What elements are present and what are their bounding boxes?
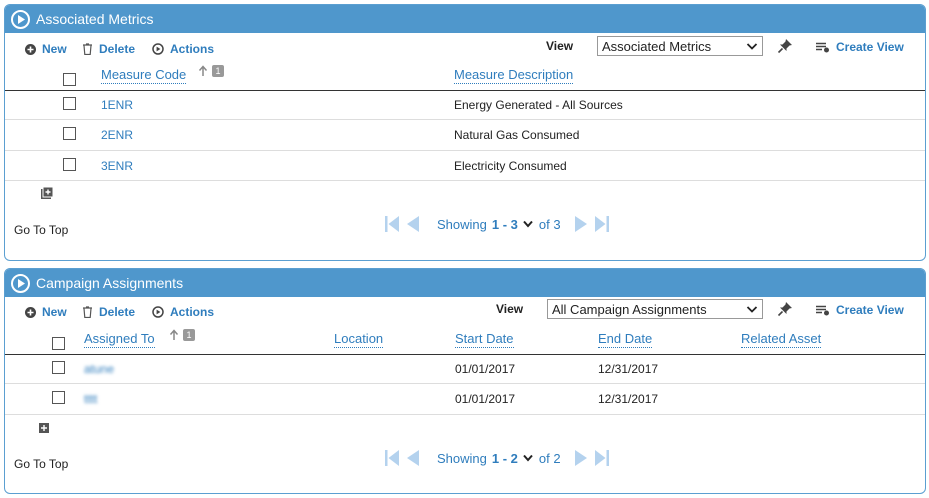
first-page-icon[interactable]	[385, 450, 399, 466]
next-page-icon[interactable]	[574, 216, 587, 232]
associated-metrics-header[interactable]: Associated Metrics	[5, 5, 925, 33]
measure-code-link[interactable]: 3ENR	[101, 159, 133, 173]
col-assigned-to[interactable]: Assigned To	[84, 331, 155, 348]
create-view-button[interactable]: Create View	[816, 40, 904, 54]
pagination: Showing 1 - 3 of 3	[385, 216, 609, 232]
chevron-down-icon	[746, 306, 758, 313]
col-start-date[interactable]: Start Date	[455, 331, 514, 348]
measure-description: Natural Gas Consumed	[454, 128, 580, 142]
next-page-icon[interactable]	[574, 450, 587, 466]
play-circle-icon	[152, 43, 164, 55]
select-all-checkbox[interactable]	[63, 73, 76, 86]
plus-circle-icon	[25, 306, 36, 318]
sort-up-arrow-icon	[169, 329, 179, 340]
pin-icon[interactable]	[777, 301, 793, 317]
last-page-icon[interactable]	[594, 216, 609, 232]
start-date: 01/01/2017	[455, 362, 516, 376]
go-to-top-link[interactable]: Go To Top	[14, 457, 68, 471]
row-divider	[5, 119, 925, 120]
col-related-asset[interactable]: Related Asset	[741, 331, 822, 348]
header-divider	[5, 354, 925, 355]
col-end-date[interactable]: End Date	[598, 331, 653, 348]
row-checkbox[interactable]	[63, 97, 76, 110]
delete-button[interactable]: Delete	[82, 301, 135, 323]
view-select[interactable]: Associated Metrics	[597, 36, 763, 56]
list-settings-icon	[816, 42, 829, 52]
list-settings-icon	[816, 305, 829, 315]
sort-up-arrow-icon	[198, 65, 208, 76]
measure-code-link[interactable]: 2ENR	[101, 128, 133, 142]
row-checkbox[interactable]	[63, 158, 76, 171]
panel-title: Associated Metrics	[36, 11, 154, 27]
start-date: 01/01/2017	[455, 392, 516, 406]
new-button[interactable]: New	[25, 301, 67, 323]
page-range: 1 - 3	[491, 216, 518, 232]
campaign-assignments-panel: Campaign Assignments New Delete Actions …	[4, 268, 926, 494]
measure-description: Electricity Consumed	[454, 159, 567, 173]
end-date: 12/31/2017	[598, 392, 659, 406]
metrics-toolbar: New Delete Actions View Associated Metri…	[5, 36, 925, 60]
play-circle-icon	[152, 306, 164, 318]
delete-button[interactable]: Delete	[82, 38, 135, 60]
view-select[interactable]: All Campaign Assignments	[547, 299, 763, 319]
collapse-toggle-icon[interactable]	[11, 9, 30, 29]
chevron-down-icon	[746, 43, 758, 50]
row-checkbox[interactable]	[63, 127, 76, 140]
total-count: of 3	[538, 216, 561, 232]
showing-label: Showing	[437, 216, 487, 232]
view-label: View	[546, 39, 574, 53]
actions-button[interactable]: Actions	[152, 38, 214, 60]
showing-label: Showing	[437, 450, 487, 466]
go-to-top-link[interactable]: Go To Top	[14, 223, 68, 237]
trash-icon	[83, 306, 92, 318]
first-page-icon[interactable]	[385, 216, 399, 232]
last-page-icon[interactable]	[594, 450, 609, 466]
actions-button[interactable]: Actions	[152, 301, 214, 323]
associated-metrics-panel: Associated Metrics New Delete Actions Vi…	[4, 4, 926, 261]
view-label: View	[496, 302, 524, 316]
plus-circle-icon	[25, 43, 36, 55]
assigned-to-link[interactable]: atune	[84, 362, 114, 376]
col-measure-code[interactable]: Measure Code	[101, 67, 187, 84]
total-count: of 2	[538, 450, 561, 466]
select-all-checkbox[interactable]	[52, 337, 65, 350]
prev-page-icon[interactable]	[407, 450, 419, 466]
row-divider	[5, 150, 925, 151]
add-row-icon[interactable]	[41, 187, 53, 199]
end-date: 12/31/2017	[598, 362, 659, 376]
sort-indicator[interactable]: 1	[198, 65, 224, 77]
measure-code-link[interactable]: 1ENR	[101, 98, 133, 112]
header-divider	[5, 90, 925, 91]
campaign-toolbar: New Delete Actions View All Campaign Ass…	[5, 299, 925, 323]
pin-icon[interactable]	[777, 38, 793, 54]
new-button[interactable]: New	[25, 38, 67, 60]
row-divider	[5, 414, 925, 415]
prev-page-icon[interactable]	[407, 216, 419, 232]
page-range: 1 - 2	[491, 450, 518, 466]
pagination: Showing 1 - 2 of 2	[385, 450, 609, 466]
row-divider	[5, 180, 925, 181]
add-row-icon[interactable]	[39, 423, 49, 433]
col-measure-description[interactable]: Measure Description	[454, 67, 574, 84]
page-size-chevron-icon[interactable]	[523, 220, 533, 228]
collapse-toggle-icon[interactable]	[11, 273, 30, 293]
row-checkbox[interactable]	[52, 391, 65, 404]
create-view-button[interactable]: Create View	[816, 303, 904, 317]
trash-icon	[83, 43, 92, 55]
measure-description: Energy Generated - All Sources	[454, 98, 623, 112]
page-size-chevron-icon[interactable]	[523, 454, 533, 462]
campaign-assignments-header[interactable]: Campaign Assignments	[5, 269, 925, 297]
row-divider	[5, 383, 925, 384]
panel-title: Campaign Assignments	[36, 275, 184, 291]
assigned-to-link[interactable]: tttt	[84, 392, 97, 406]
row-checkbox[interactable]	[52, 361, 65, 374]
sort-indicator[interactable]: 1	[169, 329, 195, 341]
col-location[interactable]: Location	[334, 331, 384, 348]
